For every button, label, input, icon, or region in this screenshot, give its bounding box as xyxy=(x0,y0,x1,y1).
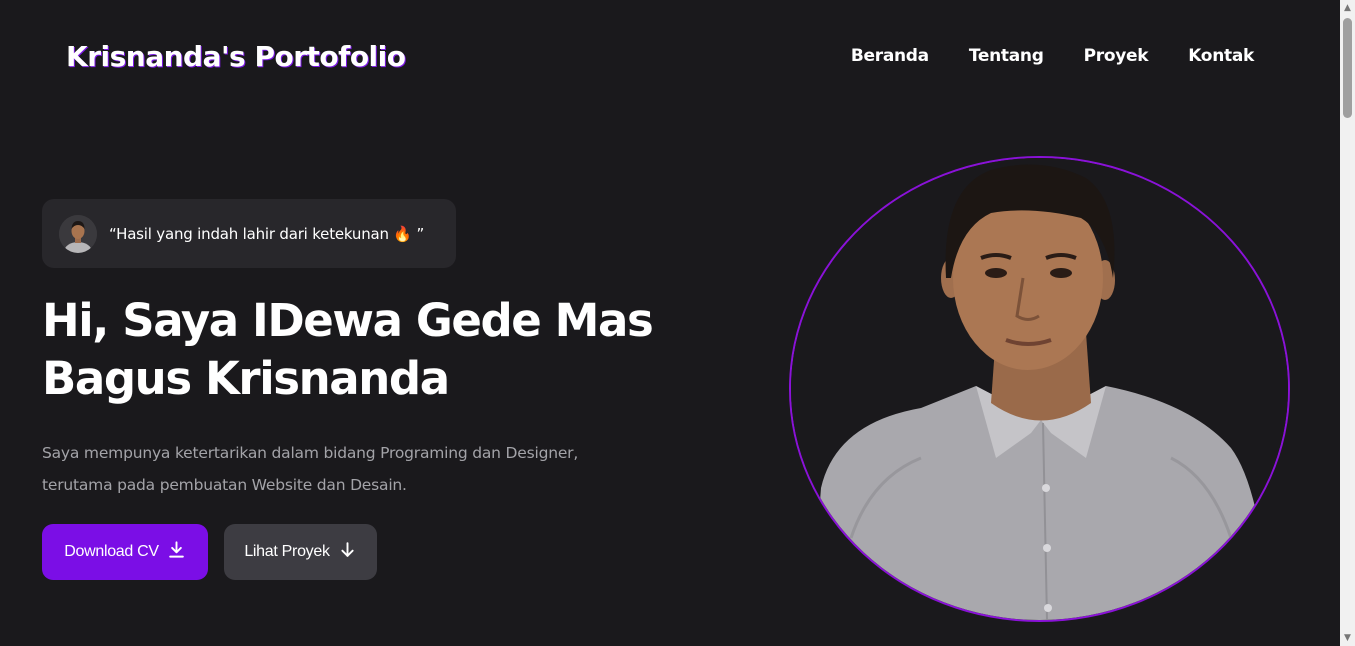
hero-description: Saya mempunya ketertarikan dalam bidang … xyxy=(42,437,682,501)
hero-title-line1: Hi, Saya IDewa Gede Mas xyxy=(42,294,654,347)
nav-beranda[interactable]: Beranda xyxy=(851,46,929,66)
hero-description-line1: Saya mempunya ketertarikan dalam bidang … xyxy=(42,444,579,462)
hero-title: Hi, Saya IDewa Gede Mas Bagus Krisnanda xyxy=(42,292,742,408)
nav-proyek[interactable]: Proyek xyxy=(1084,46,1149,66)
hero-title-line2: Bagus Krisnanda xyxy=(42,352,450,405)
page-scrollbar[interactable]: ▲ ▼ xyxy=(1340,0,1355,646)
brand-logo[interactable]: Krisnanda's Portofolio xyxy=(66,40,406,73)
avatar xyxy=(59,214,97,253)
main-nav: Beranda Tentang Proyek Kontak xyxy=(851,46,1254,66)
arrow-down-icon xyxy=(338,540,357,564)
scroll-thumb[interactable] xyxy=(1343,18,1352,118)
view-projects-button[interactable]: Lihat Proyek xyxy=(224,524,377,580)
hero-description-line2: terutama pada pembuatan Website dan Desa… xyxy=(42,476,407,494)
nav-tentang[interactable]: Tentang xyxy=(969,46,1044,66)
portfolio-page: Krisnanda's Portofolio Beranda Tentang P… xyxy=(0,0,1355,646)
download-icon xyxy=(167,540,186,564)
download-cv-button[interactable]: Download CV xyxy=(42,524,208,580)
scroll-down-icon[interactable]: ▼ xyxy=(1340,630,1355,646)
nav-kontak[interactable]: Kontak xyxy=(1188,46,1254,66)
view-projects-label: Lihat Proyek xyxy=(244,543,330,560)
download-cv-label: Download CV xyxy=(64,543,159,560)
profile-portrait xyxy=(789,156,1290,622)
scroll-up-icon[interactable]: ▲ xyxy=(1340,0,1355,16)
quote-text: “Hasil yang indah lahir dari ketekunan 🔥… xyxy=(109,224,425,243)
quote-badge: “Hasil yang indah lahir dari ketekunan 🔥… xyxy=(42,199,456,268)
